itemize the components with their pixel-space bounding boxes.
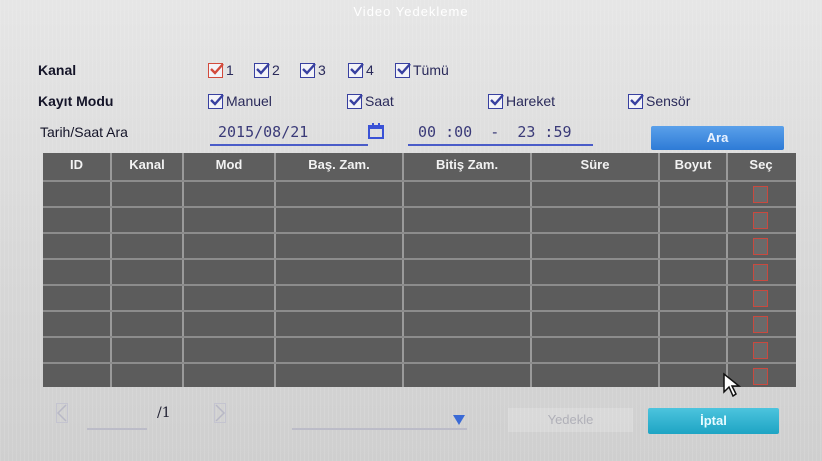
table-row[interactable]	[43, 206, 796, 208]
datetime-label: Tarih/Saat Ara	[40, 124, 128, 140]
mode-schedule-checkbox[interactable]: Saat	[347, 93, 394, 109]
checkbox-icon	[628, 93, 644, 109]
checkbox-icon	[208, 93, 224, 109]
row-select-checkbox[interactable]	[753, 212, 768, 229]
backup-button[interactable]: Yedekle	[508, 408, 633, 432]
dialog-title: Video Yedekleme	[353, 4, 469, 19]
channel-3-checkbox[interactable]: 3	[300, 62, 326, 78]
mode-schedule-label: Saat	[365, 93, 394, 109]
column-divider	[182, 153, 184, 387]
column-divider	[274, 153, 276, 387]
channel-all-label: Tümü	[413, 62, 449, 78]
column-header-size: Boyut	[674, 157, 712, 172]
checkbox-icon	[254, 62, 270, 78]
record-mode-label: Kayıt Modu	[38, 93, 114, 109]
checkbox-icon	[347, 93, 363, 109]
backup-dialog: Video Yedekleme Kanal 1 2 3 4 Tümü Kayıt…	[0, 0, 822, 461]
column-divider	[726, 153, 728, 387]
date-field[interactable]: 2015/08/21	[210, 122, 368, 146]
table-row[interactable]	[43, 336, 796, 338]
column-header-end-time: Bitiş Zam.	[435, 157, 499, 172]
table-row[interactable]	[43, 258, 796, 260]
column-divider	[530, 153, 532, 387]
column-header-mode: Mod	[215, 157, 243, 172]
table-row[interactable]	[43, 180, 796, 182]
column-divider	[110, 153, 112, 387]
mode-sensor-label: Sensör	[646, 93, 691, 109]
channel-2-label: 2	[272, 62, 280, 78]
channel-4-label: 4	[366, 62, 374, 78]
checkbox-icon	[208, 62, 224, 78]
table-header: ID Kanal Mod Baş. Zam. Bitiş Zam. Süre B…	[43, 153, 796, 180]
column-header-select: Seç	[749, 157, 773, 172]
mode-sensor-checkbox[interactable]: Sensör	[628, 93, 690, 109]
checkbox-icon	[348, 62, 364, 78]
row-select-checkbox[interactable]	[753, 264, 768, 281]
channel-3-label: 3	[318, 62, 326, 78]
column-divider	[402, 153, 404, 387]
table-row[interactable]	[43, 310, 796, 312]
channel-2-checkbox[interactable]: 2	[254, 62, 280, 78]
calendar-icon[interactable]	[368, 123, 384, 139]
channel-4-checkbox[interactable]: 4	[348, 62, 374, 78]
mode-manual-label: Manuel	[226, 93, 272, 109]
column-header-id: ID	[70, 157, 83, 172]
mouse-pointer-icon	[722, 372, 742, 403]
row-select-checkbox[interactable]	[753, 186, 768, 203]
checkbox-icon	[300, 62, 316, 78]
mode-motion-checkbox[interactable]: Hareket	[488, 93, 555, 109]
time-range-field[interactable]: 00 :00 - 23 :59	[408, 122, 593, 146]
column-header-duration: Süre	[580, 157, 610, 172]
row-select-checkbox[interactable]	[753, 290, 768, 307]
column-divider	[658, 153, 660, 387]
row-select-checkbox[interactable]	[753, 342, 768, 359]
previous-page-icon[interactable]	[56, 403, 68, 428]
column-header-channel: Kanal	[129, 157, 165, 172]
page-total: /1	[157, 405, 171, 421]
table-row[interactable]	[43, 232, 796, 234]
backup-device-select[interactable]	[292, 428, 467, 430]
channel-all-checkbox[interactable]: Tümü	[395, 62, 449, 78]
channel-1-label: 1	[226, 62, 234, 78]
cancel-button[interactable]: İptal	[648, 408, 779, 434]
recordings-table: ID Kanal Mod Baş. Zam. Bitiş Zam. Süre B…	[43, 153, 796, 387]
row-select-checkbox[interactable]	[753, 238, 768, 255]
table-row[interactable]	[43, 362, 796, 364]
table-row[interactable]	[43, 284, 796, 286]
channel-label: Kanal	[38, 62, 77, 78]
channel-1-checkbox[interactable]: 1	[208, 62, 234, 78]
next-page-icon[interactable]	[214, 403, 226, 428]
search-button[interactable]: Ara	[651, 126, 784, 150]
row-select-checkbox[interactable]	[753, 368, 768, 385]
row-select-checkbox[interactable]	[753, 316, 768, 333]
checkbox-icon	[488, 93, 504, 109]
mode-motion-label: Hareket	[506, 93, 556, 109]
mode-manual-checkbox[interactable]: Manuel	[208, 93, 272, 109]
chevron-down-icon[interactable]	[452, 413, 466, 431]
column-header-start-time: Baş. Zam.	[308, 157, 370, 172]
checkbox-icon	[395, 62, 411, 78]
page-number-input[interactable]	[87, 428, 147, 430]
